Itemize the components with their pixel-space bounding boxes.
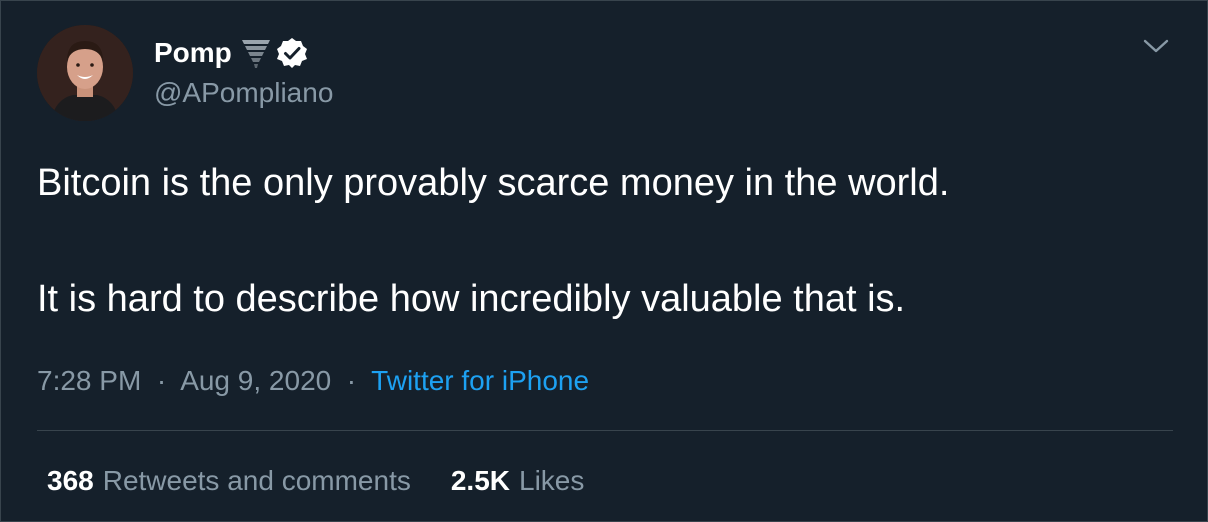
meta-separator: ·	[339, 365, 364, 396]
retweets-stat[interactable]: 368 Retweets and comments	[47, 459, 411, 503]
tweet-text: Bitcoin is the only provably scarce mone…	[37, 157, 949, 325]
meta-separator: ·	[149, 365, 174, 396]
tweet-text-line: It is hard to describe how incredibly va…	[37, 278, 906, 320]
divider	[37, 430, 1173, 431]
author-handle[interactable]: @APompliano	[154, 75, 554, 111]
likes-label: Likes	[519, 465, 585, 496]
likes-stat[interactable]: 2.5K Likes	[451, 459, 585, 503]
name-row: Pomp	[154, 33, 554, 73]
tweet-meta: 7:28 PM · Aug 9, 2020 · Twitter for iPho…	[37, 361, 589, 401]
chevron-down-icon[interactable]	[1143, 37, 1169, 55]
author-name[interactable]: Pomp	[154, 33, 232, 73]
author-info: Pomp @APompliano	[154, 33, 554, 111]
avatar[interactable]	[37, 25, 133, 121]
tweet-stats: 368 Retweets and comments 2.5K Likes	[47, 459, 624, 503]
verified-badge-icon	[276, 37, 308, 69]
tweet-text-line: Bitcoin is the only provably scarce mone…	[37, 162, 950, 204]
tweet-card: Pomp @APompliano Bitcoin is the only pro…	[0, 0, 1208, 522]
tweet-time[interactable]: 7:28 PM	[37, 365, 141, 396]
retweets-label: Retweets and comments	[102, 465, 411, 496]
retweets-count: 368	[47, 465, 94, 496]
tweet-date[interactable]: Aug 9, 2020	[180, 365, 331, 396]
tornado-icon	[240, 36, 272, 70]
likes-count: 2.5K	[450, 465, 511, 496]
avatar-image	[37, 25, 133, 121]
tweet-source-link[interactable]: Twitter for iPhone	[371, 365, 589, 396]
